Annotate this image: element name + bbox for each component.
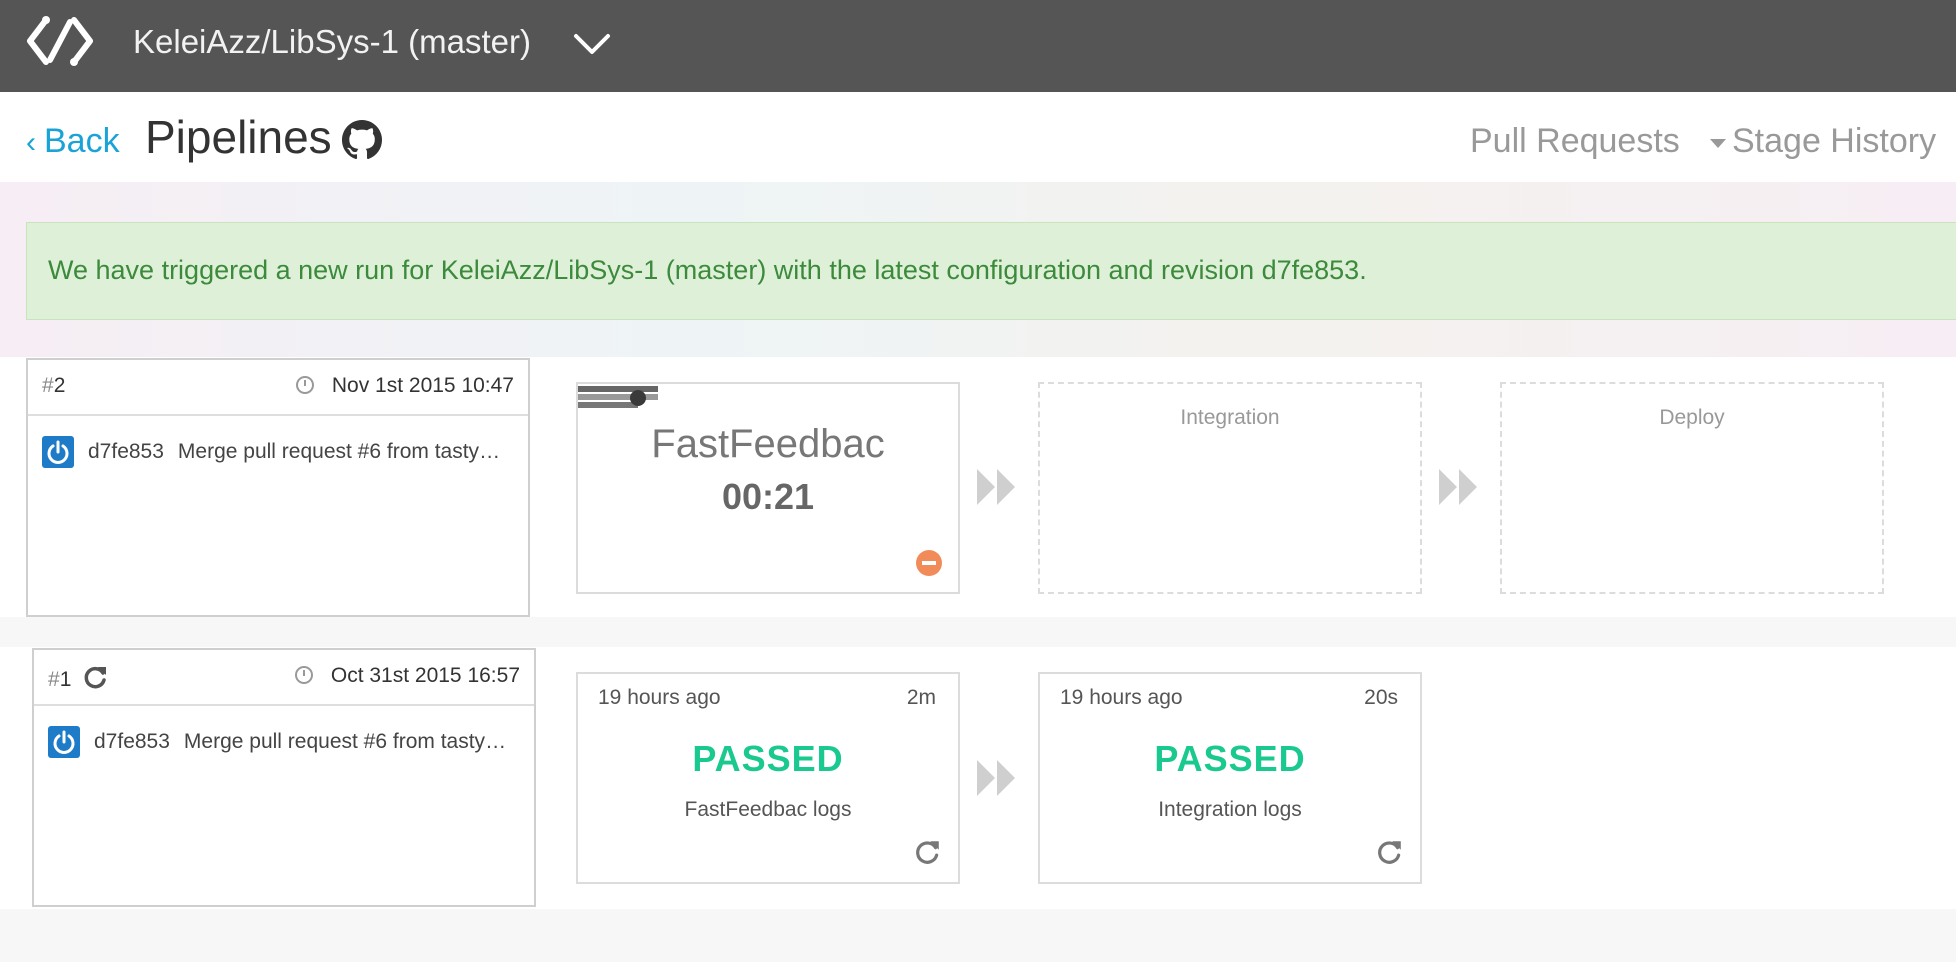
commit-row[interactable]: d7fe853 Merge pull request #6 from tastyw…: [42, 436, 513, 468]
power-icon: [42, 436, 74, 468]
alert-message: We have triggered a new run for KeleiAzz…: [48, 255, 1367, 285]
run-card[interactable]: #2 Nov 1st 2015 10:47 d7fe853 Merge pull …: [26, 358, 530, 617]
logo-icon[interactable]: [26, 12, 94, 70]
stage-card-running[interactable]: FastFeedbac 00:21: [576, 382, 960, 594]
stage-card-pending: Deploy: [1500, 382, 1884, 594]
retry-icon[interactable]: [1374, 838, 1404, 868]
stage-duration: 20s: [1364, 686, 1398, 709]
stage-status: PASSED: [1154, 738, 1306, 779]
double-arrow-icon: [977, 760, 1015, 796]
stage-time-ago: 19 hours ago: [598, 686, 721, 709]
clock-icon: [294, 666, 313, 684]
flag-image: [578, 386, 658, 408]
stage-time-ago: 19 hours ago: [1060, 686, 1183, 709]
back-link[interactable]: ‹ Back: [26, 122, 120, 161]
stage-card-passed[interactable]: 19 hours ago 20s PASSED Integration logs: [1038, 672, 1422, 884]
page-title: Pipelines: [145, 111, 332, 163]
power-icon: [48, 726, 80, 758]
stage-name: Integration: [1180, 406, 1280, 429]
github-icon[interactable]: [342, 120, 382, 160]
stage-history-label: Stage History: [1732, 122, 1937, 160]
top-bar: KeleiAzz/LibSys-1 (master): [0, 0, 1956, 92]
chevron-left-icon: ‹: [26, 126, 36, 159]
run-card[interactable]: #1 Oct 31st 2015 16:57 d7fe853 Merge pull…: [32, 648, 536, 907]
repo-title[interactable]: KeleiAzz/LibSys-1 (master): [133, 20, 531, 64]
stage-logs-link[interactable]: Integration logs: [1040, 798, 1420, 822]
stop-icon[interactable]: [916, 550, 942, 576]
commit-row[interactable]: d7fe853 Merge pull request #6 from tastyw…: [48, 726, 519, 758]
commit-sha: d7fe853: [88, 439, 164, 463]
back-label: Back: [44, 122, 120, 160]
stage-logs-link[interactable]: FastFeedbac logs: [578, 798, 958, 822]
commit-sha: d7fe853: [94, 729, 170, 753]
stage-card-pending: Integration: [1038, 382, 1422, 594]
clock-icon: [295, 376, 314, 394]
stage-duration: 2m: [906, 686, 936, 709]
stage-name: Deploy: [1659, 406, 1725, 429]
retry-icon[interactable]: [912, 838, 942, 868]
caret-down-icon: [1710, 138, 1726, 148]
refresh-icon[interactable]: [81, 664, 109, 692]
run-header: #2 Nov 1st 2015 10:47: [28, 360, 528, 416]
run-date: Oct 31st 2015 16:57: [294, 664, 520, 688]
commit-message: Merge pull request #6 from tastyworks/de…: [183, 730, 519, 753]
commit-message: Merge pull request #6 from tastyworks/de…: [177, 440, 513, 463]
stage-name: FastFeedbac: [651, 422, 885, 466]
stage-status: PASSED: [692, 738, 844, 779]
run-date: Nov 1st 2015 10:47: [295, 374, 514, 398]
stage-timer: 00:21: [721, 476, 815, 517]
double-arrow-icon: [977, 469, 1015, 505]
chevron-down-icon[interactable]: [570, 28, 614, 58]
success-alert: We have triggered a new run for KeleiAzz…: [26, 222, 1956, 320]
stage-card-passed[interactable]: 19 hours ago 2m PASSED FastFeedbac logs: [576, 672, 960, 884]
sub-header: ‹ Back Pipelines Pull Requests Stage Hist…: [0, 92, 1956, 182]
run-number: #1: [48, 664, 109, 692]
double-arrow-icon: [1439, 469, 1477, 505]
run-header: #1 Oct 31st 2015 16:57: [34, 650, 534, 706]
stage-history-link[interactable]: Stage History: [1710, 122, 1936, 161]
pull-requests-link[interactable]: Pull Requests: [1470, 122, 1680, 161]
run-number: #2: [42, 374, 66, 397]
